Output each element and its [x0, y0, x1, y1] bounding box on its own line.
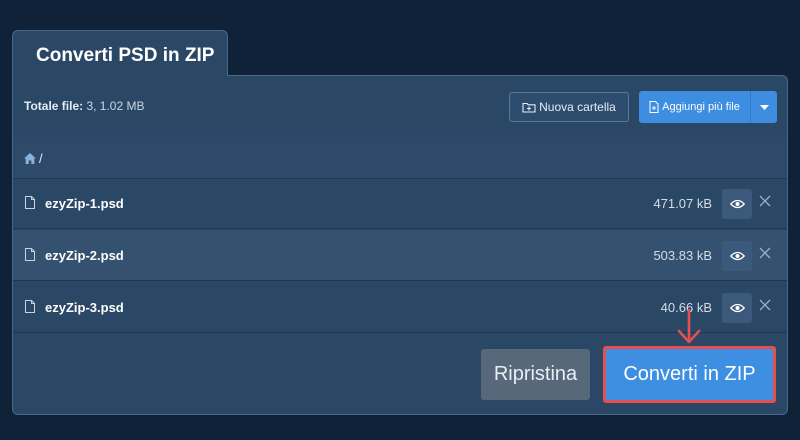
file-icon: [25, 196, 35, 209]
file-name: ezyZip-1.psd: [45, 196, 124, 211]
file-row: ezyZip-1.psd 471.07 kB: [13, 178, 787, 229]
eye-icon: [729, 199, 745, 209]
remove-file-icon[interactable]: [759, 195, 771, 207]
toolbar: Totale file: 3, 1.02 MB Nuova cartella A…: [13, 76, 787, 138]
remove-file-icon[interactable]: [759, 299, 771, 311]
preview-button[interactable]: [722, 241, 752, 271]
file-row: ezyZip-3.psd 40.66 kB: [13, 282, 787, 333]
preview-button[interactable]: [722, 293, 752, 323]
new-folder-label: Nuova cartella: [539, 100, 616, 114]
remove-file-icon[interactable]: [759, 247, 771, 259]
total-files-value: 3, 1.02 MB: [83, 99, 145, 113]
file-name: ezyZip-3.psd: [45, 300, 124, 315]
tab-title: Converti PSD in ZIP: [36, 45, 215, 66]
caret-down-icon: [759, 104, 769, 110]
total-files-label: Totale file:: [24, 99, 84, 113]
convert-to-zip-button[interactable]: Converti in ZIP: [603, 346, 776, 403]
new-folder-icon: [522, 102, 536, 113]
tab-converti-psd[interactable]: Converti PSD in ZIP: [12, 30, 228, 76]
file-icon: [25, 300, 35, 313]
file-name: ezyZip-2.psd: [45, 248, 124, 263]
file-panel: Totale file: 3, 1.02 MB Nuova cartella A…: [12, 75, 788, 415]
breadcrumb-separator: /: [39, 151, 43, 166]
add-files-label: Aggiungi più file: [662, 101, 740, 113]
file-icon: [25, 248, 35, 261]
eye-icon: [729, 251, 745, 261]
add-file-icon: [649, 101, 659, 113]
home-icon[interactable]: [24, 153, 36, 164]
eye-icon: [729, 303, 745, 313]
file-row: ezyZip-2.psd 503.83 kB: [13, 230, 787, 281]
file-size: 471.07 kB: [653, 196, 712, 211]
preview-button[interactable]: [722, 189, 752, 219]
total-files: Totale file: 3, 1.02 MB: [24, 99, 145, 113]
new-folder-button[interactable]: Nuova cartella: [509, 92, 629, 122]
reset-button[interactable]: Ripristina: [481, 349, 590, 400]
add-files-dropdown-toggle[interactable]: [750, 91, 777, 123]
add-files-main[interactable]: Aggiungi più file: [639, 91, 750, 123]
breadcrumb: /: [13, 137, 787, 179]
file-size: 503.83 kB: [653, 248, 712, 263]
arrow-down-icon: [677, 309, 701, 344]
add-files-button[interactable]: Aggiungi più file: [639, 91, 777, 123]
